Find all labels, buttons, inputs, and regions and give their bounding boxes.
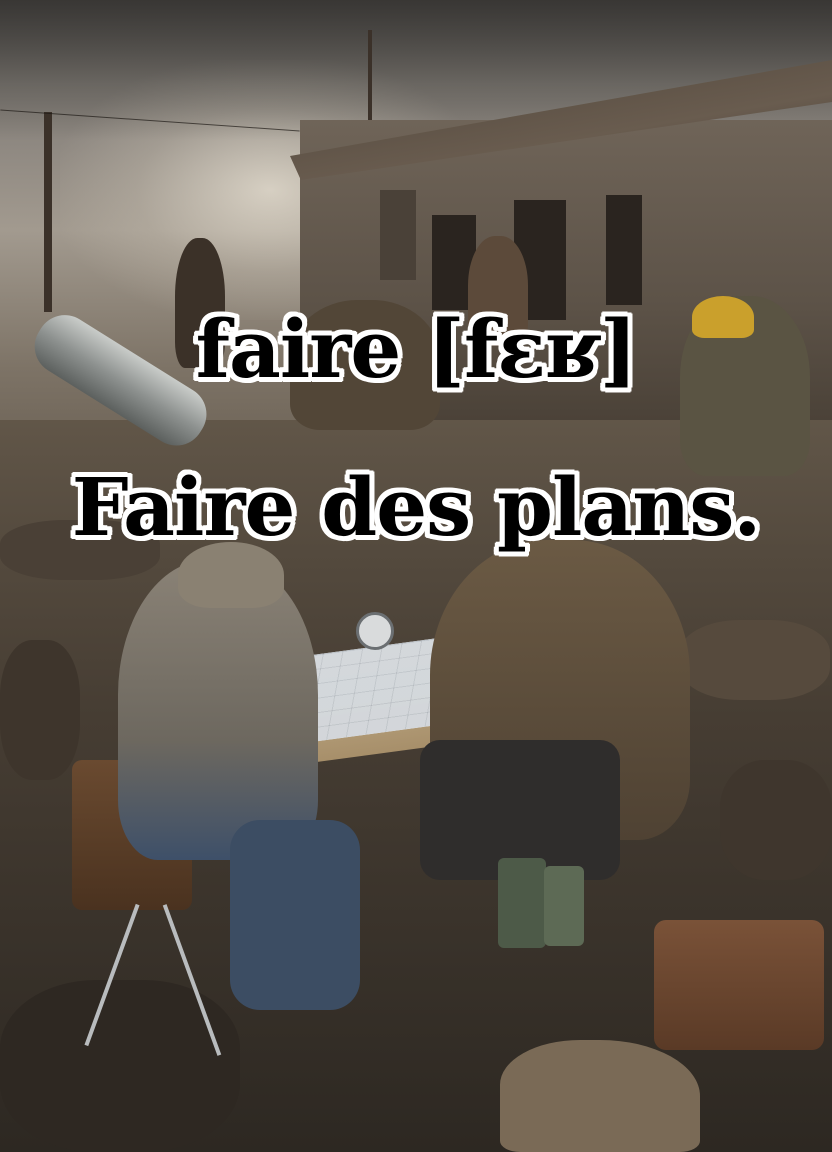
building-window (380, 190, 416, 280)
building-window (606, 195, 642, 305)
rubble (680, 620, 830, 700)
utility-pole (44, 112, 52, 312)
example-sentence-caption: Faire des plans. (71, 460, 762, 554)
headword-caption: faire [fɛʁ] (195, 302, 638, 396)
leather-bag (654, 920, 824, 1050)
canteen (544, 866, 584, 946)
pocket-watch (356, 612, 394, 650)
burlap-sack (500, 1040, 700, 1152)
seated-woman-legs (230, 820, 360, 1010)
rubble (720, 760, 832, 880)
background-illustration: faire [fɛʁ] Faire des plans. (0, 0, 832, 1152)
canteen (498, 858, 546, 948)
antenna-mast (368, 30, 372, 130)
rubble (0, 640, 80, 780)
rubble (0, 980, 240, 1152)
